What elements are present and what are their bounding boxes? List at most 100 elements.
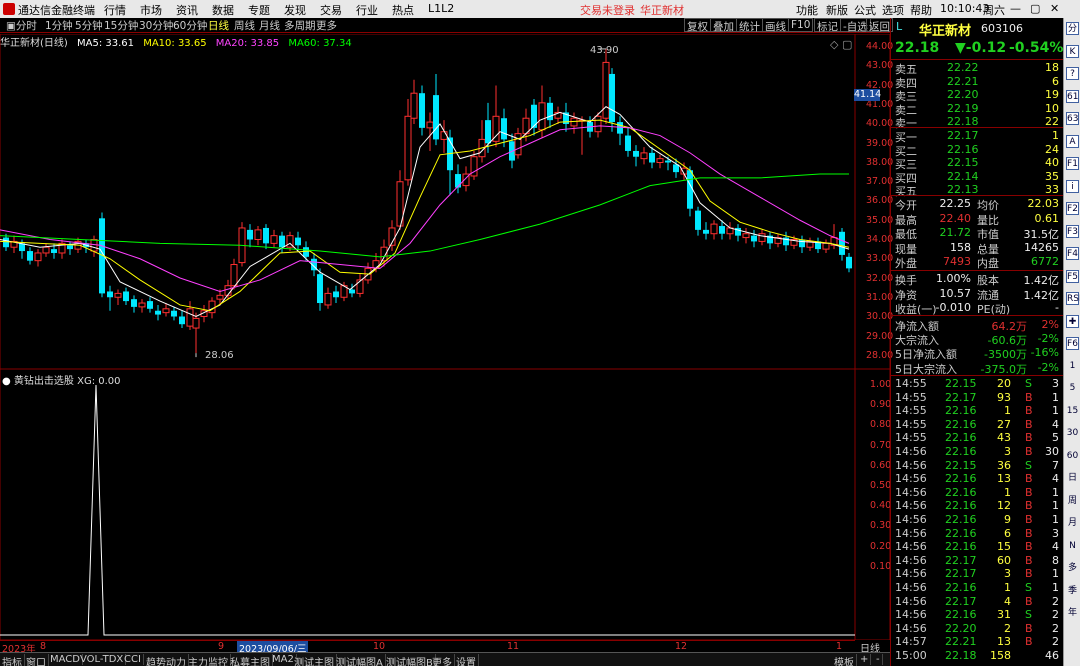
sidebar-icon[interactable]: 1 xyxy=(1066,360,1079,373)
menu-data[interactable]: 数据 xyxy=(212,2,234,18)
tab-vol[interactable]: VOL-TDX xyxy=(78,654,127,665)
level-tag: L xyxy=(896,20,903,33)
sidebar-icon[interactable]: 5 xyxy=(1066,382,1079,395)
period-1min[interactable]: 1分钟 xyxy=(45,18,73,33)
sidebar-icon[interactable]: 60 xyxy=(1066,450,1079,463)
bid-row[interactable]: 买一 22.17 1 xyxy=(891,129,1063,144)
period-intraday[interactable]: ▣分时 xyxy=(6,18,37,33)
sidebar-icon[interactable]: F3 xyxy=(1066,224,1079,238)
tab-private-fund[interactable]: 私募主图 xyxy=(228,654,273,666)
menu-topics[interactable]: 专题 xyxy=(248,2,270,18)
menu-industry[interactable]: 行业 xyxy=(356,2,378,18)
f10-button[interactable]: F10 xyxy=(788,18,814,32)
period-30min[interactable]: 30分钟 xyxy=(139,18,173,33)
sidebar-icon[interactable]: F4 xyxy=(1066,247,1079,260)
ask-row[interactable]: 卖二 22.19 10 xyxy=(891,102,1063,117)
ask-row[interactable]: 卖四 22.21 6 xyxy=(891,75,1063,90)
tab-main-monitor[interactable]: 主力监控 xyxy=(186,654,231,666)
sidebar-icon[interactable]: 年 xyxy=(1066,607,1079,620)
sidebar-icon[interactable]: 日 xyxy=(1066,472,1079,485)
template-button[interactable]: 模板 xyxy=(832,654,857,666)
tab-test-b[interactable]: 测试幅图B xyxy=(384,654,436,666)
sidebar-icon[interactable]: 30 xyxy=(1066,427,1079,440)
sidebar-icon[interactable]: ✚ xyxy=(1066,314,1079,328)
menu-formula[interactable]: 公式 xyxy=(854,2,876,18)
period-monthly[interactable]: 月线 xyxy=(259,18,280,33)
sidebar-icon[interactable]: 63 xyxy=(1066,112,1079,125)
period-daily[interactable]: 日线 xyxy=(208,18,229,33)
period-weekly[interactable]: 周线 xyxy=(234,18,255,33)
menu-new[interactable]: 新版 xyxy=(826,2,848,18)
sidebar-icon[interactable]: 月 xyxy=(1066,517,1079,530)
sidebar-icon[interactable]: RSI xyxy=(1066,292,1080,305)
close-icon[interactable]: ✕ xyxy=(1050,2,1059,15)
candle-body xyxy=(247,229,253,240)
add-button[interactable]: + xyxy=(858,654,872,665)
tab-trend[interactable]: 趋势动力 xyxy=(144,654,189,666)
minimize-icon[interactable]: — xyxy=(1010,2,1021,15)
tab-cci[interactable]: CCI xyxy=(122,654,144,665)
sidebar-icon[interactable]: A xyxy=(1066,134,1079,148)
sidebar-icon[interactable]: F2 xyxy=(1066,202,1079,215)
menu-function[interactable]: 功能 xyxy=(796,2,818,18)
sidebar-icon[interactable]: K xyxy=(1066,44,1079,58)
kline-chart[interactable] xyxy=(0,34,890,640)
period-60min[interactable]: 60分钟 xyxy=(173,18,207,33)
stat-label: 外盘 xyxy=(895,257,917,270)
menu-options[interactable]: 选项 xyxy=(882,2,904,18)
period-more[interactable]: 更多 xyxy=(316,18,337,33)
tick-volume: 27 xyxy=(997,417,1011,431)
menu-discover[interactable]: 发现 xyxy=(284,2,306,18)
sidebar-icon[interactable]: ? xyxy=(1066,67,1079,80)
sidebar-icon[interactable]: 季 xyxy=(1066,585,1079,598)
remove-button[interactable]: - xyxy=(874,654,883,665)
tab-test-a[interactable]: 测试幅图A xyxy=(334,654,386,666)
sidebar-icon[interactable]: 周 xyxy=(1066,495,1079,508)
menu-quotes[interactable]: 行情 xyxy=(104,2,126,18)
tab-window[interactable]: 窗口 xyxy=(24,654,49,666)
bid-row[interactable]: 买三 22.15 40 xyxy=(891,156,1063,171)
sidebar-icon[interactable]: i xyxy=(1066,179,1079,193)
adjust-button[interactable]: 复权 xyxy=(684,18,711,33)
menu-market[interactable]: 市场 xyxy=(140,2,162,18)
sidebar-icon[interactable]: 61 xyxy=(1066,89,1079,103)
sidebar-icon[interactable]: 15 xyxy=(1066,405,1079,418)
menu-l1l2[interactable]: L1L2 xyxy=(428,2,454,15)
menu-news[interactable]: 资讯 xyxy=(176,2,198,18)
sidebar-icon[interactable]: 分 xyxy=(1066,22,1079,35)
period-15min[interactable]: 15分钟 xyxy=(104,18,138,33)
menu-trade[interactable]: 交易 xyxy=(320,2,342,18)
candle-body xyxy=(485,120,491,144)
ask-row[interactable]: 卖三 22.20 19 xyxy=(891,88,1063,103)
bid-row[interactable]: 买二 22.16 24 xyxy=(891,143,1063,158)
period-multi[interactable]: 多周期 xyxy=(284,18,316,33)
stock-name[interactable]: 华正新材 xyxy=(919,20,971,39)
menu-hot[interactable]: 热点 xyxy=(392,2,414,18)
ask-row[interactable]: 卖五 22.22 18 xyxy=(891,61,1063,76)
sidebar-icon[interactable]: F5 xyxy=(1066,269,1079,283)
tab-test-main[interactable]: 测试主图 xyxy=(292,654,337,666)
tab-indicator[interactable]: 指标 xyxy=(0,654,25,666)
stats-button[interactable]: 统计 xyxy=(736,18,763,33)
period-5min[interactable]: 5分钟 xyxy=(75,18,103,33)
overlay-button[interactable]: 叠加 xyxy=(710,18,737,33)
bid-row[interactable]: 买四 22.14 35 xyxy=(891,170,1063,185)
draw-button[interactable]: 画线 xyxy=(762,18,789,33)
menu-help[interactable]: 帮助 xyxy=(910,2,932,18)
sidebar-icon[interactable]: N xyxy=(1066,540,1079,553)
tab-more[interactable]: 更多 xyxy=(430,654,455,666)
chart-frame xyxy=(0,34,890,640)
sidebar-icon[interactable]: 多 xyxy=(1066,562,1079,575)
candle-body xyxy=(719,226,725,234)
maximize-icon[interactable]: ▢ xyxy=(1030,2,1040,15)
login-notice[interactable]: 交易未登录 xyxy=(580,2,635,18)
candle-body xyxy=(123,291,129,302)
tab-settings[interactable]: 设置 xyxy=(454,654,479,666)
mark-button[interactable]: 标记 xyxy=(814,18,841,33)
sidebar-icon[interactable]: F1 xyxy=(1066,157,1079,170)
tick-price: 22.16 xyxy=(945,417,977,431)
sidebar-icon[interactable]: F6 xyxy=(1066,337,1079,350)
tick-time: 14:56 xyxy=(895,458,927,472)
ma5-line xyxy=(0,106,850,318)
back-button[interactable]: 返回 xyxy=(866,18,893,33)
